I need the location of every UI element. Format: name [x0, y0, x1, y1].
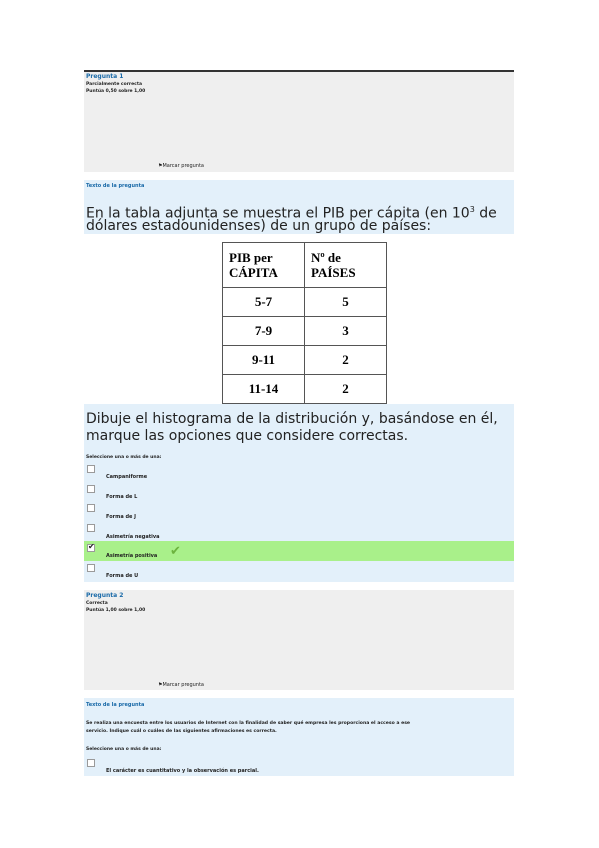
- option-forma-l-checkbox[interactable]: [87, 485, 95, 493]
- option-forma-j-label: Forma de J: [106, 514, 137, 520]
- q2-option-1-checkbox[interactable]: [87, 759, 95, 767]
- intro-text-b: de: [474, 205, 497, 222]
- table-cell-count: 5: [304, 287, 387, 317]
- table-cell-range: 7-9: [222, 316, 305, 346]
- pib-table: PIB per CÁPITA Nº de PAÍSES 5-7 5 7-9 3 9-11…: [222, 242, 387, 404]
- header-pib-line1: PIB per: [229, 250, 273, 265]
- question-2-body-line2: servicio. Indique cuál o cuáles de las s…: [86, 729, 277, 734]
- question-2-score: Puntúa 1,00 sobre 1,00: [86, 608, 146, 613]
- flag-question-2-label: Marcar pregunta: [162, 682, 204, 688]
- question-2-number: Pregunta 2: [86, 592, 124, 599]
- correct-check-icon: ✔: [170, 544, 181, 559]
- option-asimetria-positiva-label: Asimetría positiva: [106, 553, 158, 559]
- flag-question-1-label: Marcar pregunta: [162, 163, 204, 169]
- question-1-intro-line2: dólares estadounidenses) de un grupo de …: [86, 218, 432, 234]
- table-header-pib: PIB per CÁPITA: [222, 242, 305, 288]
- question-1-status: Parcialmente correcta: [86, 82, 143, 87]
- header-paises-line2: PAÍSES: [311, 265, 356, 280]
- question-1-instruction-line2: marque las opciones que considere correc…: [86, 428, 409, 444]
- option-forma-j-checkbox[interactable]: [87, 504, 95, 512]
- table-row: 5-7 5: [222, 287, 387, 317]
- table-cell-count: 2: [304, 345, 387, 375]
- question-1-number: Pregunta 1: [86, 73, 124, 80]
- option-campaniforme-label: Campaniforme: [106, 474, 148, 480]
- table-row: 9-11 2: [222, 345, 387, 375]
- question-1-text-heading: Texto de la pregunta: [86, 183, 145, 189]
- question-2-text-heading: Texto de la pregunta: [86, 702, 145, 708]
- question-2-band: [84, 698, 514, 776]
- option-asimetria-negativa-label: Asimetría negativa: [106, 534, 160, 540]
- option-forma-u-checkbox[interactable]: [87, 564, 95, 572]
- option-forma-l-label: Forma de L: [106, 494, 138, 500]
- table-cell-range: 5-7: [222, 287, 305, 317]
- question-2-body-line1: Se realiza una encuesta entre los usuari…: [86, 721, 411, 726]
- table-cell-range: 9-11: [222, 345, 305, 375]
- question-1-instruction-line1: Dibuje el histograma de la distribución …: [86, 411, 498, 427]
- question-2-status: Correcta: [86, 601, 108, 606]
- table-cell-count: 2: [304, 374, 387, 404]
- table-cell-range: 11-14: [222, 374, 305, 404]
- table-header-row: PIB per CÁPITA Nº de PAÍSES: [222, 242, 387, 288]
- question-2-info: [84, 590, 514, 690]
- option-asimetria-negativa-checkbox[interactable]: [87, 524, 95, 532]
- flag-question-2-button[interactable]: ⚑Marcar pregunta: [158, 682, 204, 688]
- table-row: 7-9 3: [222, 316, 387, 346]
- q2-option-1-label: El carácter es cuantitativo y la observa…: [106, 768, 259, 774]
- option-asimetria-positiva-checkbox[interactable]: [87, 542, 95, 552]
- table-header-paises: Nº de PAÍSES: [304, 242, 387, 288]
- header-paises-line1: Nº de: [311, 250, 341, 265]
- flag-question-1-button[interactable]: ⚑Marcar pregunta: [158, 163, 204, 169]
- header-pib-line2: CÁPITA: [229, 265, 278, 280]
- question-1-score: Puntúa 0,50 sobre 1,00: [86, 89, 146, 94]
- question-1-info: [84, 72, 514, 172]
- option-forma-u-label: Forma de U: [106, 573, 139, 579]
- table-row: 11-14 2: [222, 374, 387, 404]
- question-2-select-label: Seleccione una o más de una:: [86, 747, 162, 752]
- table-cell-count: 3: [304, 316, 387, 346]
- question-1-select-label: Seleccione una o más de una:: [86, 455, 162, 460]
- question-1-heading-band: [84, 180, 514, 194]
- option-campaniforme-checkbox[interactable]: [87, 465, 95, 473]
